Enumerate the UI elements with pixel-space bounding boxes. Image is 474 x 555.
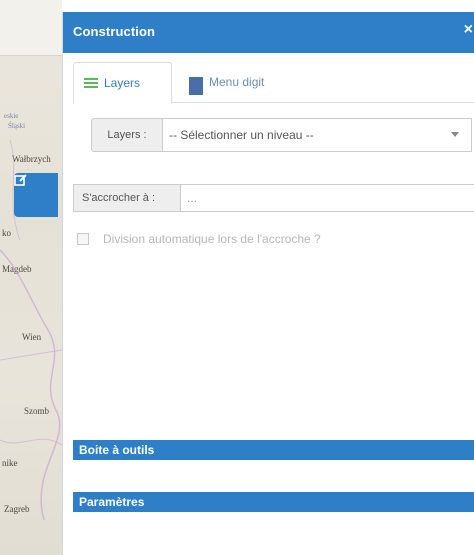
panel-header: Construction × (63, 12, 474, 53)
map-background[interactable]: eskie Śląski Wałbrzych ko Magdeb Wien Sz… (0, 0, 62, 555)
snap-field: S'accrocher à : ... (73, 184, 474, 214)
tab-layers[interactable]: Layers (73, 62, 172, 104)
tab-menu-digit-label: Menu digit (209, 75, 265, 89)
snap-input[interactable]: ... (181, 184, 474, 212)
edit-button[interactable] (14, 173, 58, 217)
edit-icon (14, 174, 27, 186)
auto-split-label: Division automatique lors de l'accroche … (103, 232, 321, 246)
tab-layers-label: Layers (104, 76, 141, 90)
layers-select-value: -- Sélectionner un niveau -- (169, 128, 314, 142)
snap-label: S'accrocher à : (73, 184, 181, 212)
layers-icon (84, 78, 98, 88)
map-roads (0, 139, 62, 521)
layers-label: Layers : (91, 118, 163, 152)
layers-select[interactable]: -- Sélectionner un niveau -- (161, 118, 472, 152)
tab-bar: Layers Menu digit (73, 62, 474, 104)
panel-title: Construction (73, 24, 156, 39)
layers-field: Layers : -- Sélectionner un niveau -- (91, 118, 472, 152)
auto-split-option: Division automatique lors de l'accroche … (77, 232, 321, 246)
close-icon[interactable]: × (464, 21, 473, 39)
grid-icon (189, 76, 203, 95)
snap-input-value: ... (187, 191, 198, 205)
tab-menu-digit[interactable]: Menu digit (179, 62, 299, 102)
construction-panel: Construction × Layers Menu digit Layers … (62, 12, 474, 555)
toolbox-section-header[interactable]: Boite à outils (73, 440, 474, 460)
parameters-section-header[interactable]: Paramètres (73, 492, 474, 512)
chevron-down-icon (451, 132, 459, 137)
auto-split-checkbox[interactable] (77, 233, 89, 245)
